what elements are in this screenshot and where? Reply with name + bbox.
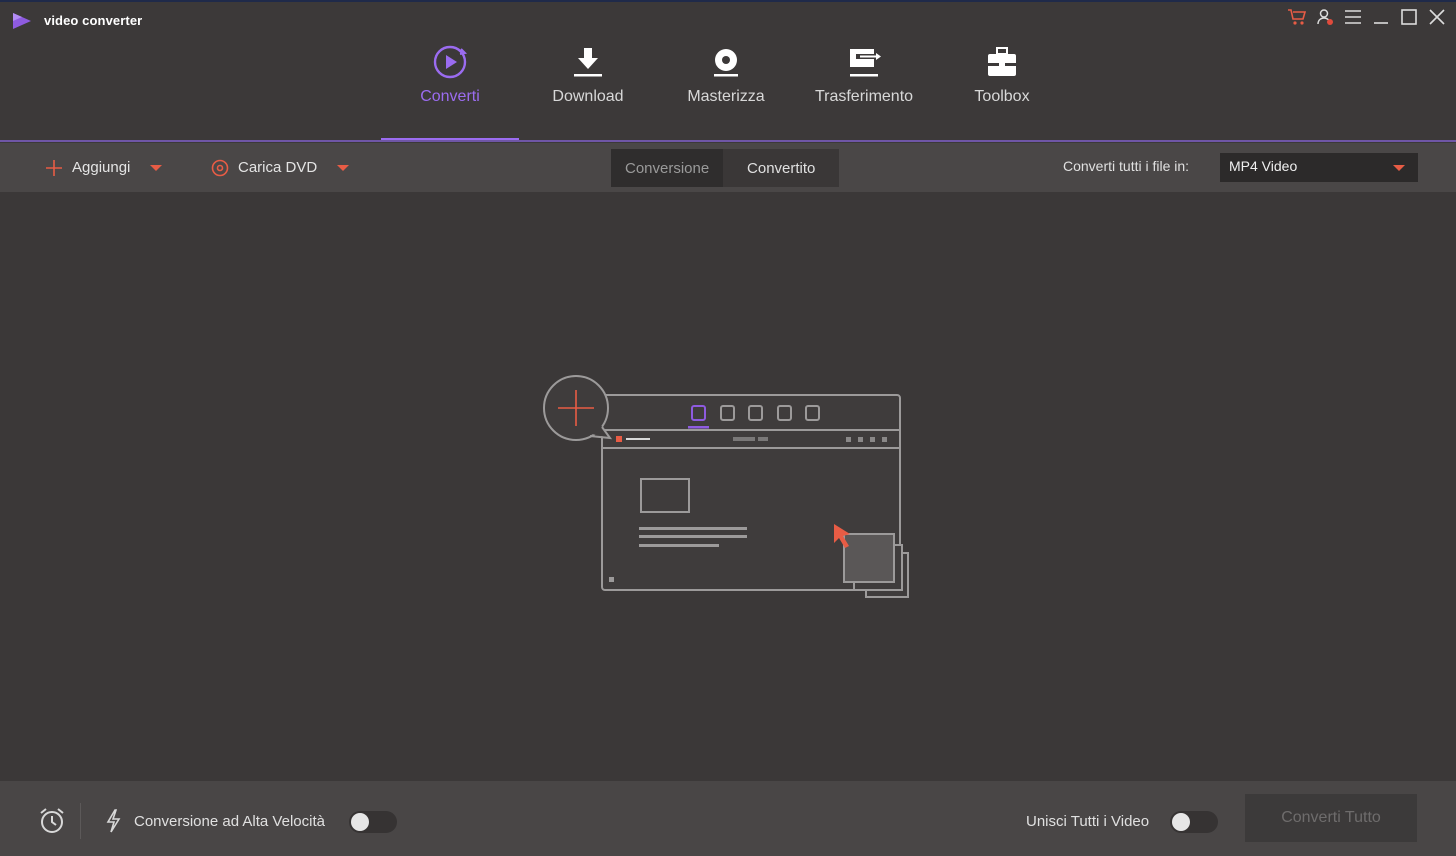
tab-conversione[interactable]: Conversione [611, 149, 724, 187]
toolbox-icon [982, 42, 1022, 82]
convert-all-button[interactable]: Converti Tutto [1245, 794, 1417, 842]
chevron-down-icon[interactable] [150, 164, 163, 171]
toggle-knob [351, 813, 369, 831]
close-icon[interactable] [1426, 6, 1448, 28]
tab-trasferimento-label: Trasferimento [814, 88, 914, 105]
tab-toolbox[interactable]: Toolbox [933, 38, 1071, 141]
tab-download-label: Download [552, 88, 624, 105]
tab-masterizza-label: Masterizza [687, 88, 765, 105]
top-border [0, 0, 1456, 2]
tab-masterizza[interactable]: Masterizza [657, 38, 795, 141]
load-dvd-button[interactable]: Carica DVD [211, 143, 350, 192]
merge-videos-label: Unisci Tutti i Video [1026, 813, 1150, 830]
transfer-icon [844, 42, 884, 82]
chevron-down-icon[interactable] [337, 164, 350, 171]
add-files-button[interactable]: Aggiungi [45, 143, 163, 192]
burn-disc-icon [706, 42, 746, 82]
app-title: video converter [44, 13, 143, 28]
header-divider [0, 140, 1456, 142]
tab-trasferimento[interactable]: Trasferimento [795, 38, 933, 141]
tab-converti[interactable]: Converti [381, 38, 519, 141]
main-nav: Converti Download Masterizza Trasferimen… [381, 38, 1071, 141]
footer-divider [80, 803, 81, 839]
convert-icon [430, 42, 470, 82]
schedule-alarm-icon[interactable] [37, 806, 67, 836]
maximize-icon[interactable] [1398, 6, 1420, 28]
tab-toolbox-label: Toolbox [974, 88, 1030, 105]
lightning-icon [106, 809, 121, 833]
toggle-knob [1172, 813, 1190, 831]
cart-icon[interactable] [1286, 6, 1308, 28]
high-speed-label: Conversione ad Alta Velocità [134, 813, 325, 830]
chevron-down-icon [1393, 165, 1405, 171]
window-controls [1286, 6, 1448, 28]
tab-converti-label: Converti [420, 88, 480, 105]
file-drop-area[interactable] [0, 192, 1456, 781]
menu-icon[interactable] [1342, 6, 1364, 28]
high-speed-toggle[interactable] [349, 811, 397, 833]
add-files-label: Aggiungi [72, 159, 131, 176]
plus-icon [45, 159, 63, 177]
dvd-icon [211, 159, 229, 177]
footer: Conversione ad Alta Velocità Unisci Tutt… [0, 781, 1456, 856]
output-format-select[interactable]: MP4 Video [1220, 153, 1418, 182]
add-files-illustration[interactable] [540, 372, 920, 607]
tab-download[interactable]: Download [519, 38, 657, 141]
load-dvd-label: Carica DVD [238, 159, 318, 176]
user-icon[interactable] [1314, 6, 1336, 28]
app-window: video converter Converti Download Master… [0, 0, 1456, 856]
header: video converter Converti Download Master… [0, 0, 1456, 143]
output-format-label: Converti tutti i file in: [1063, 158, 1190, 174]
output-format-value: MP4 Video [1229, 158, 1298, 174]
tab-convertito[interactable]: Convertito [723, 149, 840, 187]
toolbar: Aggiungi Carica DVD Conversione Converti… [0, 143, 1456, 192]
merge-videos-toggle[interactable] [1170, 811, 1218, 833]
conversion-tabs: Conversione Convertito [611, 149, 840, 187]
app-logo-icon [13, 13, 31, 29]
download-icon [568, 42, 608, 82]
minimize-icon[interactable] [1370, 6, 1392, 28]
